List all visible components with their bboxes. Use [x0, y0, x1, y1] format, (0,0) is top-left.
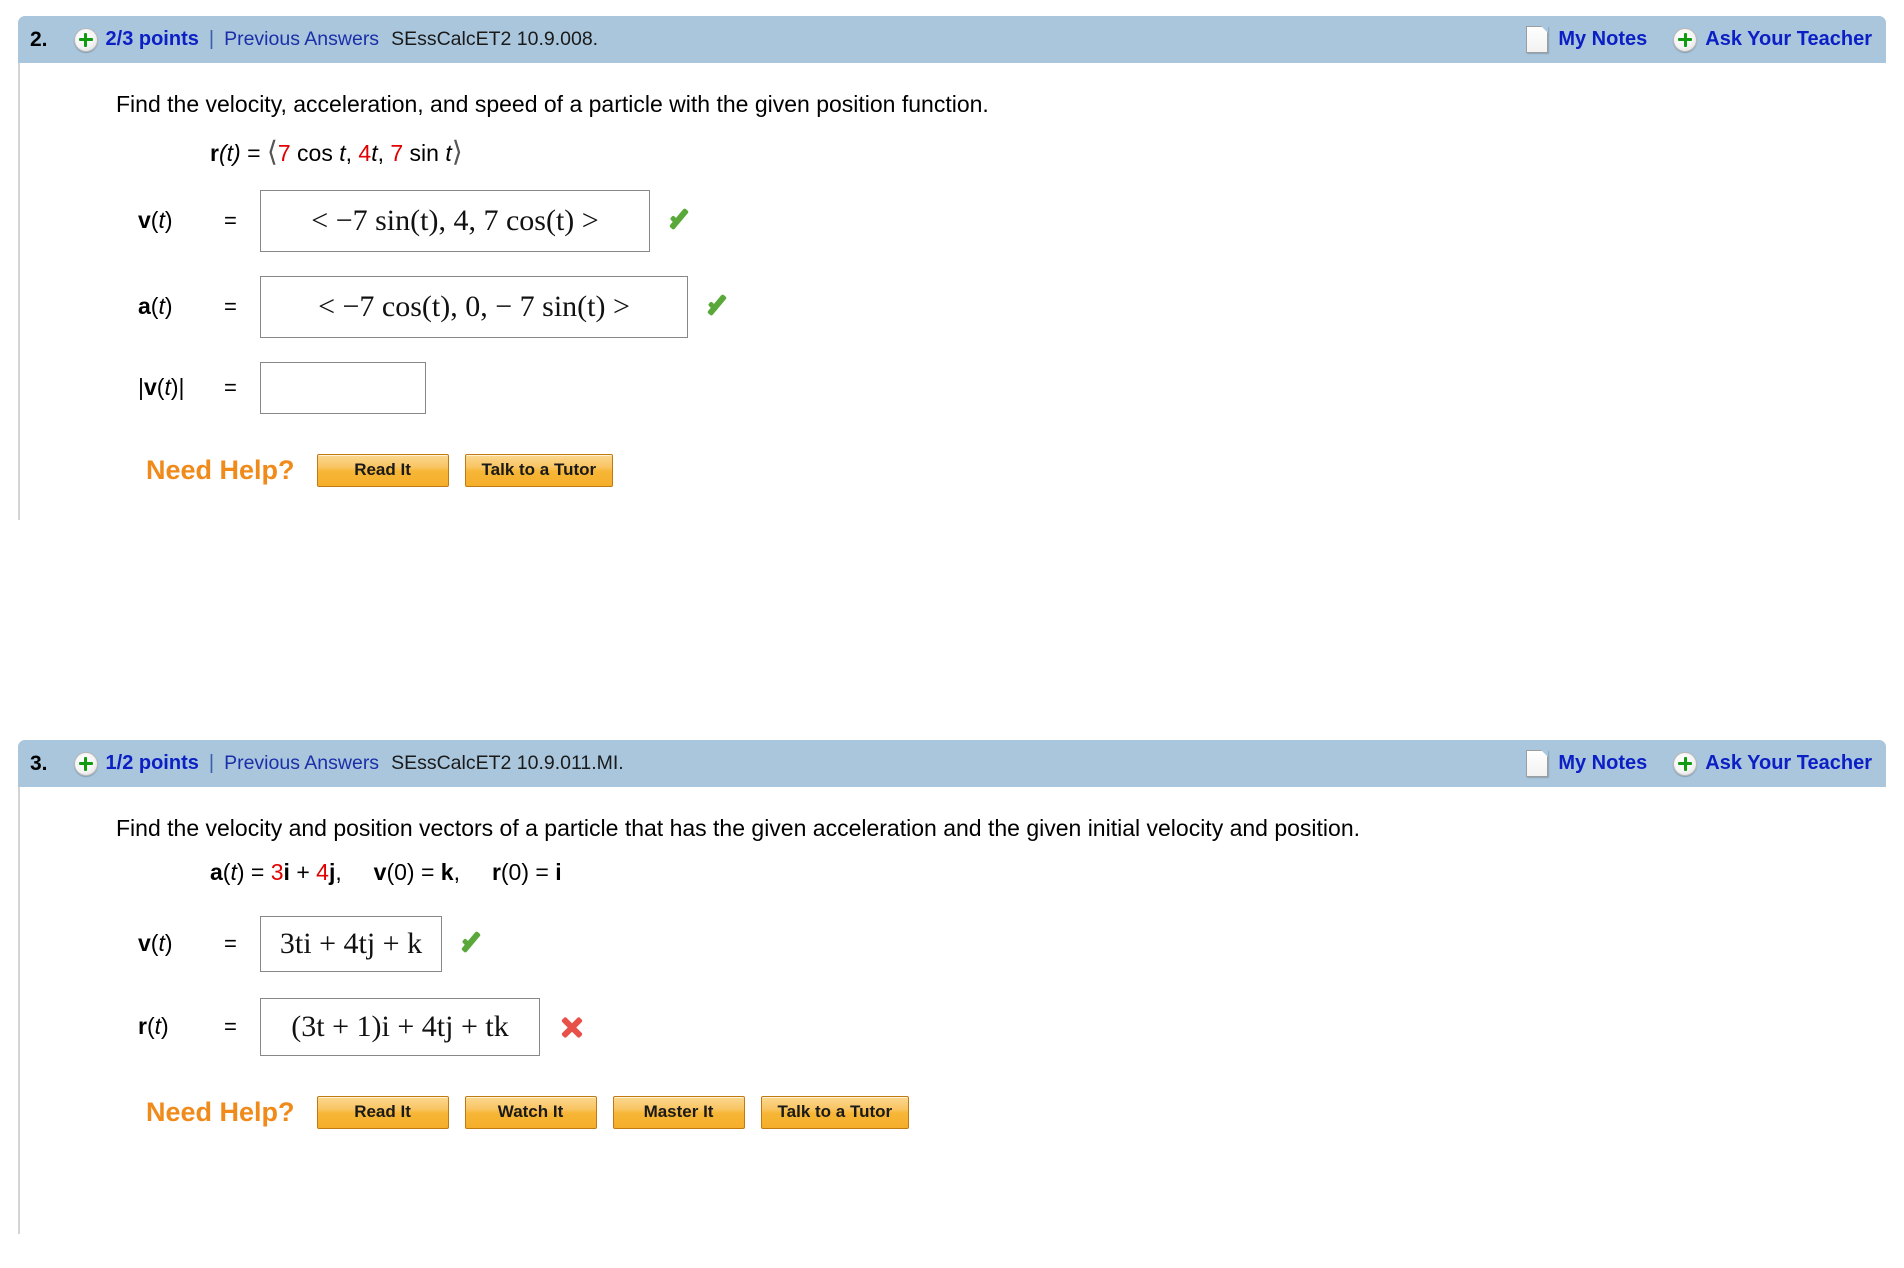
answer-input-velocity[interactable]: < −7 sin(t), 4, 7 cos(t) >	[260, 189, 650, 252]
given-lhs-vector: r	[210, 139, 219, 166]
problem-number: 2.	[30, 27, 48, 51]
problem-header-right-2: My Notes Ask Your Teacher	[1526, 26, 1872, 53]
my-notes-link[interactable]: My Notes	[1558, 752, 1647, 775]
problem-code: SEssCalcET2 10.9.008.	[391, 28, 599, 50]
unit-vector-j: j	[328, 858, 336, 885]
answer-row-velocity: v(t) = 3ti + 4tj + k	[20, 915, 1886, 972]
given-coefficient-2: 4	[316, 858, 329, 885]
problem-number: 3.	[30, 751, 48, 775]
header-divider: |	[208, 28, 215, 50]
given-term-1: 7	[277, 139, 291, 166]
points-label: 2/3 points	[105, 28, 199, 50]
answer-equals: =	[224, 207, 237, 233]
given-plus: +	[296, 858, 310, 885]
need-help-label: Need Help?	[146, 1096, 295, 1127]
need-help-row-3: Need Help? Read It Watch It Master It Ta…	[20, 1095, 1886, 1129]
plus-circle-icon[interactable]	[73, 27, 98, 52]
problem-body-2: Find the velocity, acceleration, and spe…	[18, 63, 1886, 520]
correct-check-icon	[668, 206, 698, 236]
initial-velocity-condition: v(0) = k,	[373, 858, 460, 885]
answer-row-speed: |v(t)| =	[20, 361, 1886, 414]
ask-your-teacher-link[interactable]: Ask Your Teacher	[1705, 28, 1872, 51]
given-coefficient-1: 3	[270, 858, 284, 885]
answer-input-acceleration[interactable]: < −7 cos(t), 0, − 7 sin(t) >	[260, 275, 688, 338]
answer-label-velocity: v(t)	[138, 930, 173, 957]
note-page-icon[interactable]	[1526, 750, 1549, 777]
answer-label-position: r(t)	[138, 1013, 169, 1040]
problem-header-left-3: 3. 1/2 points | Previous Answers SEssCal…	[30, 751, 624, 776]
answer-input-speed[interactable]	[260, 361, 426, 414]
answer-input-position[interactable]: (3t + 1)i + 4tj + tk	[260, 997, 540, 1056]
problem-body-3: Find the velocity and position vectors o…	[18, 787, 1886, 1234]
answer-label-velocity: v(t)	[138, 207, 173, 234]
problem-code: SEssCalcET2 10.9.011.MI.	[391, 752, 624, 774]
given-function-2: r(t) = ⟨7 cos t, 4t, 7 sin t⟩	[210, 135, 463, 167]
answer-equals: =	[224, 293, 237, 319]
plus-circle-icon[interactable]	[73, 751, 98, 776]
previous-answers-link[interactable]: Previous Answers	[224, 752, 379, 775]
problem-header-left-2: 2. 2/3 points | Previous Answers SEssCal…	[30, 27, 599, 52]
problem-block-2: 2. 2/3 points | Previous Answers SEssCal…	[18, 16, 1886, 520]
master-it-button[interactable]: Master It	[612, 1095, 745, 1129]
answer-label-speed: |v(t)|	[138, 374, 185, 401]
question-text: Find the velocity and position vectors o…	[116, 815, 1361, 841]
my-notes-link[interactable]: My Notes	[1558, 28, 1647, 51]
answer-equals: =	[224, 374, 237, 400]
previous-answers-link[interactable]: Previous Answers	[224, 28, 379, 51]
answer-label-acceleration: a(t)	[138, 293, 173, 320]
answer-row-position: r(t) = (3t + 1)i + 4tj + tk	[20, 997, 1886, 1056]
answer-input-velocity[interactable]: 3ti + 4tj + k	[260, 915, 442, 972]
read-it-button[interactable]: Read It	[316, 453, 449, 487]
header-divider: |	[208, 752, 215, 774]
talk-to-a-tutor-button[interactable]: Talk to a Tutor	[464, 453, 614, 487]
answer-row-acceleration: a(t) = < −7 cos(t), 0, − 7 sin(t) >	[20, 275, 1886, 338]
answer-equals: =	[224, 930, 237, 956]
angle-bracket-open: ⟨	[266, 135, 278, 167]
correct-check-icon	[706, 292, 736, 322]
given-term-2: 4	[358, 139, 372, 166]
plus-circle-icon[interactable]	[1673, 27, 1698, 52]
need-help-label: Need Help?	[146, 454, 295, 485]
incorrect-cross-icon	[558, 1013, 586, 1041]
problem-block-3: 3. 1/2 points | Previous Answers SEssCal…	[18, 740, 1886, 1234]
watch-it-button[interactable]: Watch It	[464, 1095, 597, 1129]
problem-header-right-3: My Notes Ask Your Teacher	[1526, 750, 1872, 777]
given-equals: =	[247, 139, 261, 166]
correct-check-icon	[460, 929, 490, 959]
plus-circle-icon[interactable]	[1673, 751, 1698, 776]
given-function-3: a(t) = 3i + 4j, v(0) = k, r(0) = i	[210, 858, 562, 885]
points-label: 1/2 points	[105, 752, 199, 774]
question-text: Find the velocity, acceleration, and spe…	[116, 91, 989, 117]
angle-bracket-close: ⟩	[451, 135, 463, 167]
problem-header-3: 3. 1/2 points | Previous Answers SEssCal…	[18, 740, 1886, 787]
problem-header-2: 2. 2/3 points | Previous Answers SEssCal…	[18, 16, 1886, 63]
answer-row-velocity: v(t) = < −7 sin(t), 4, 7 cos(t) >	[20, 189, 1886, 252]
initial-position-condition: r(0) = i	[491, 858, 562, 885]
assignment-page: 2. 2/3 points | Previous Answers SEssCal…	[0, 0, 1904, 1268]
given-term-3: 7	[390, 139, 404, 166]
unit-vector-i: i	[283, 858, 290, 885]
answer-equals: =	[224, 1013, 237, 1039]
talk-to-a-tutor-button[interactable]: Talk to a Tutor	[760, 1095, 910, 1129]
read-it-button[interactable]: Read It	[316, 1095, 449, 1129]
need-help-row-2: Need Help? Read It Talk to a Tutor	[20, 453, 1886, 487]
note-page-icon[interactable]	[1526, 26, 1549, 53]
ask-your-teacher-link[interactable]: Ask Your Teacher	[1705, 752, 1872, 775]
